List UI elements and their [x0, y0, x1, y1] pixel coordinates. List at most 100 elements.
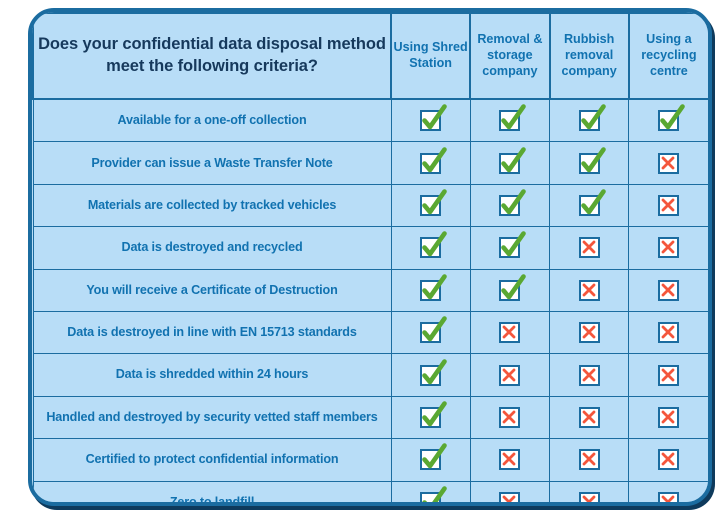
check-tick-icon [420, 485, 447, 502]
cell-removal-storage-company [469, 141, 551, 185]
criteria-label-cell: Available for a one-off collection [32, 98, 392, 143]
check-tick-icon [499, 273, 527, 301]
cross-x-icon [658, 364, 680, 386]
column-header-label: Rubbish removal company [561, 32, 617, 78]
cross-x-icon [658, 322, 680, 344]
criteria-label-cell: Materials are collected by tracked vehic… [32, 183, 392, 228]
criteria-label-cell: Zero to landfill [32, 480, 392, 506]
check-tick-icon [420, 273, 447, 301]
check-tick-icon [578, 189, 606, 216]
cell-using-recycling-centre [628, 98, 708, 143]
criteria-label: Data is destroyed in line with EN 15713 … [67, 325, 357, 340]
column-header-using-shred-station: Using Shred Station [389, 12, 472, 100]
table-row: Zero to landfill [32, 480, 708, 506]
cell-rubbish-removal-company [548, 480, 630, 502]
criteria-label-cell: You will receive a Certificate of Destru… [32, 268, 392, 312]
criteria-label: Available for a one-off collection [117, 113, 307, 128]
criteria-label-cell: Data is destroyed in line with EN 15713 … [32, 310, 392, 355]
cell-removal-storage-company [469, 438, 551, 482]
cell-using-recycling-centre [628, 141, 708, 185]
check-tick-icon [420, 401, 447, 428]
table-row: Provider can issue a Waste Transfer Note [32, 141, 708, 185]
table-row: Available for a one-off collection [32, 98, 708, 143]
cell-using-shred-station [390, 395, 471, 440]
table-row: Data is destroyed and recycled [32, 226, 708, 270]
criteria-label: Zero to landfill [169, 494, 255, 506]
check-tick-icon [578, 146, 606, 174]
cell-rubbish-removal-company [548, 395, 630, 440]
cell-using-shred-station [390, 353, 471, 397]
cell-removal-storage-company [469, 395, 551, 440]
cell-using-shred-station [390, 310, 471, 355]
criteria-comparison-grid: Does your confidential data disposal met… [32, 12, 708, 506]
cell-removal-storage-company [469, 353, 551, 397]
cell-using-shred-station [390, 98, 471, 143]
criteria-label-cell: Data is destroyed and recycled [32, 226, 392, 270]
check-tick-icon [499, 104, 527, 132]
cross-x-icon [578, 491, 600, 502]
criteria-label: Data is destroyed and recycled [121, 240, 303, 255]
cell-using-shred-station [390, 183, 471, 228]
table-title-cell: Does your confidential data disposal met… [32, 12, 392, 100]
cell-removal-storage-company [469, 310, 551, 355]
cell-removal-storage-company [469, 183, 551, 228]
cross-x-icon [499, 364, 521, 386]
cell-rubbish-removal-company [548, 353, 630, 397]
cross-x-icon [499, 491, 521, 502]
table-row: Materials are collected by tracked vehic… [32, 183, 708, 228]
criteria-label: Provider can issue a Waste Transfer Note [91, 155, 333, 170]
check-tick-icon [499, 146, 527, 174]
column-header-rubbish-removal-company: Rubbish removal company [548, 12, 630, 100]
cross-x-icon [578, 237, 600, 259]
column-header-using-recycling-centre: Using a recycling centre [627, 12, 708, 100]
check-tick-icon [578, 104, 606, 132]
cell-using-recycling-centre [628, 480, 708, 502]
cell-using-recycling-centre [628, 226, 708, 270]
cell-rubbish-removal-company [548, 310, 630, 355]
check-tick-icon [420, 358, 447, 386]
table-row: Handled and destroyed by security vetted… [32, 395, 708, 440]
column-header-label: Using a recycling centre [641, 32, 697, 78]
table-row: Data is shredded within 24 hours [32, 353, 708, 397]
check-tick-icon [499, 189, 527, 216]
cross-x-icon [578, 279, 600, 301]
cross-x-icon [578, 322, 600, 344]
cell-rubbish-removal-company [548, 226, 630, 270]
cross-x-icon [658, 406, 680, 428]
cross-x-icon [658, 491, 680, 502]
cell-rubbish-removal-company [548, 268, 630, 312]
table-row: Data is destroyed in line with EN 15713 … [32, 310, 708, 355]
cross-x-icon [578, 364, 600, 386]
cell-using-recycling-centre [628, 438, 708, 482]
check-tick-icon [420, 316, 447, 344]
cell-using-recycling-centre [628, 353, 708, 397]
column-header-label: Using Shred Station [393, 40, 468, 70]
cross-x-icon [658, 279, 680, 301]
cell-using-recycling-centre [628, 310, 708, 355]
criteria-label: Data is shredded within 24 hours [115, 367, 309, 382]
table-header-row: Does your confidential data disposal met… [32, 12, 708, 100]
cell-using-shred-station [390, 268, 471, 312]
cell-using-shred-station [390, 141, 471, 185]
cross-x-icon [499, 322, 521, 344]
cell-using-shred-station [390, 480, 471, 502]
cell-removal-storage-company [469, 98, 551, 143]
cross-x-icon [499, 406, 521, 428]
cross-x-icon [499, 449, 521, 471]
cell-removal-storage-company [469, 480, 551, 502]
cross-x-icon [658, 237, 680, 259]
cross-x-icon [658, 152, 680, 174]
cell-rubbish-removal-company [548, 98, 630, 143]
cell-rubbish-removal-company [548, 183, 630, 228]
table-row: You will receive a Certificate of Destru… [32, 268, 708, 312]
check-tick-icon [420, 146, 447, 174]
check-tick-icon [420, 443, 447, 471]
cell-using-recycling-centre [628, 183, 708, 228]
check-tick-icon [499, 231, 527, 259]
cell-removal-storage-company [469, 268, 551, 312]
cross-x-icon [578, 449, 600, 471]
cross-x-icon [578, 406, 600, 428]
page-title: Does your confidential data disposal met… [38, 35, 386, 75]
column-header-label: Removal & storage company [477, 32, 543, 78]
criteria-label-cell: Data is shredded within 24 hours [32, 353, 392, 397]
